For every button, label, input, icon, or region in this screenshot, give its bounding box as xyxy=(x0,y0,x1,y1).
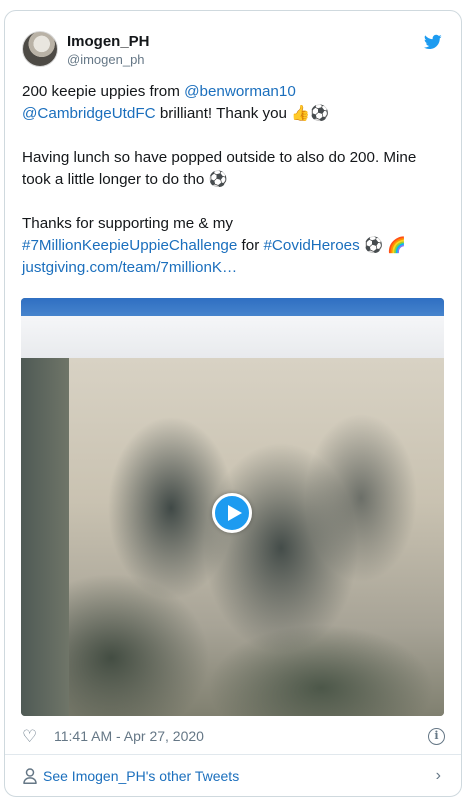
embedded-tweet-card: Imogen_PH @imogen_ph 200 keepie uppies f… xyxy=(4,10,462,797)
tweet-line: #7MillionKeepieUppieChallenge for #Covid… xyxy=(22,235,450,257)
tweet-line: Having lunch so have popped outside to a… xyxy=(22,147,450,169)
avatar[interactable] xyxy=(22,31,58,67)
hashtag-link[interactable]: #7MillionKeepieUppieChallenge xyxy=(22,237,237,254)
url-link[interactable]: justgiving.com/team/7millionK… xyxy=(22,259,237,276)
chevron-right-icon: › xyxy=(435,767,441,784)
mention-link[interactable]: @CambridgeUtdFC xyxy=(22,105,156,122)
mention-link[interactable]: @benworman10 xyxy=(184,83,296,100)
tweet-text-segment: for xyxy=(237,237,264,254)
tweet-line: 200 keepie uppies from @benworman10 xyxy=(22,81,450,103)
tweet-text: 200 keepie uppies from @benworman10 @Cam… xyxy=(22,81,450,279)
tweet-header: Imogen_PH @imogen_ph xyxy=(5,11,461,81)
timestamp[interactable]: 11:41 AM - Apr 27, 2020 xyxy=(54,728,204,744)
see-other-tweets-label: See Imogen_PH's other Tweets xyxy=(43,768,240,784)
video-tree-shadow xyxy=(21,358,444,716)
person-icon xyxy=(23,768,37,784)
video-eave xyxy=(21,316,444,362)
tweet-text-segment: Having lunch so have popped outside to a… xyxy=(22,149,417,166)
author-name[interactable]: Imogen_PH xyxy=(67,33,150,50)
tweet-text-segment: ⚽ 🌈 xyxy=(359,237,406,254)
play-icon[interactable] xyxy=(212,493,252,533)
hashtag-link[interactable]: #CovidHeroes xyxy=(263,237,359,254)
tweet-meta: ♡ 11:41 AM - Apr 27, 2020 i xyxy=(5,719,461,753)
tweet-line: Thanks for supporting me & my xyxy=(22,213,450,235)
author-handle[interactable]: @imogen_ph xyxy=(67,52,145,67)
twitter-bird-icon[interactable] xyxy=(423,33,443,51)
video-thumbnail[interactable] xyxy=(21,298,444,716)
info-icon[interactable]: i xyxy=(428,728,445,745)
tweet-line: took a little longer to do tho ⚽ xyxy=(22,169,450,191)
video-dark-edge xyxy=(21,358,69,716)
heart-icon[interactable]: ♡ xyxy=(22,728,37,745)
tweet-text-segment: Thanks for supporting me & my xyxy=(22,215,234,232)
tweet-text-segment: took a little longer to do tho ⚽ xyxy=(22,171,228,188)
tweet-text-segment: 200 keepie uppies from xyxy=(22,83,185,100)
tweet-text-segment: brilliant! Thank you 👍⚽ xyxy=(155,105,330,122)
see-other-tweets-link[interactable]: See Imogen_PH's other Tweets › xyxy=(5,755,461,796)
tweet-line: @CambridgeUtdFC brilliant! Thank you 👍⚽ xyxy=(22,103,450,125)
tweet-line: justgiving.com/team/7millionK… xyxy=(22,257,450,279)
